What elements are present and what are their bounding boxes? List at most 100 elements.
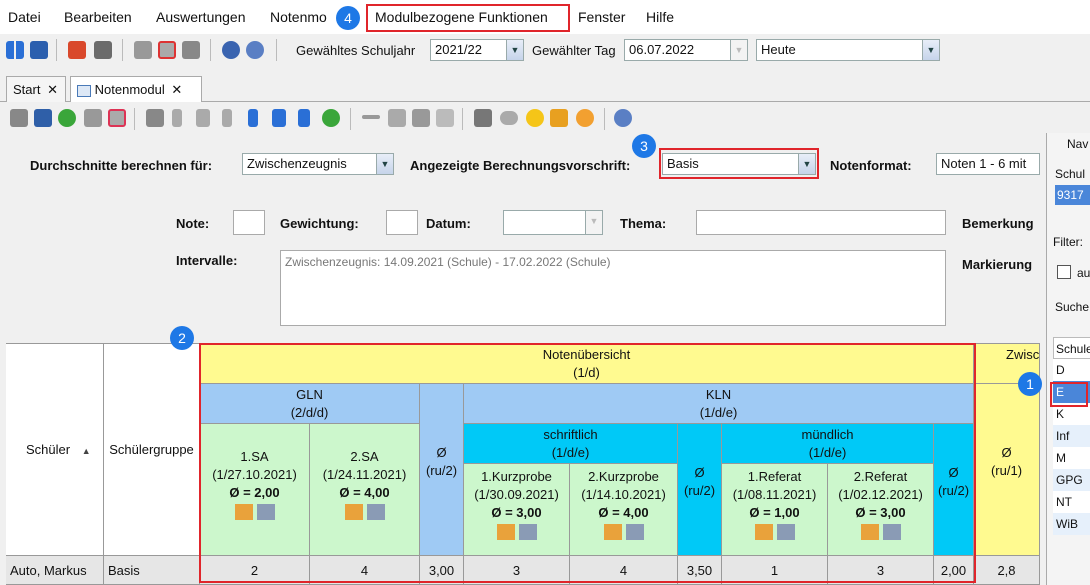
markierung-label: Markierung: [962, 257, 1033, 272]
printer-icon[interactable]: [94, 41, 112, 59]
filter-checkbox-label: au: [1077, 266, 1090, 280]
schueler-header-label: Schüler: [26, 442, 71, 457]
menu-datei[interactable]: Datei: [8, 9, 41, 25]
zwischenzeugnis-label: Zwisc: [1006, 347, 1040, 362]
chevron-down-icon[interactable]: ▼: [376, 154, 393, 174]
id-card-icon[interactable]: [30, 41, 48, 59]
help-icon[interactable]: [246, 41, 264, 59]
cut-icon[interactable]: [388, 109, 406, 127]
tab-label: Start: [13, 82, 41, 97]
window-icon[interactable]: [158, 41, 176, 59]
lightbulb-icon[interactable]: [526, 109, 544, 127]
zwischen-average-cell[interactable]: 2,8: [974, 556, 1040, 585]
tab-label: Notenmodul: [94, 82, 165, 97]
list-item[interactable]: NT: [1053, 491, 1090, 513]
highlight-box-list-item: [1050, 382, 1088, 407]
menu-fenster[interactable]: Fenster: [578, 9, 625, 25]
pen-icon[interactable]: [550, 109, 568, 127]
prev-icon[interactable]: [222, 109, 232, 127]
list-header-label: Schule: [1056, 342, 1090, 356]
avg-symbol: Ø: [1001, 445, 1012, 460]
gruppe-column-header[interactable]: Schülergruppe: [104, 344, 200, 556]
highlight-box-grid: [199, 343, 976, 583]
nav-label: Nav: [1067, 137, 1089, 151]
notenformat-value: Noten 1 - 6 mit: [941, 156, 1027, 171]
heute-select[interactable]: Heute ▼: [756, 39, 940, 61]
highlight-box-berechnung: [659, 148, 819, 179]
badge-4: 4: [336, 6, 360, 30]
student-name-cell[interactable]: Auto, Markus: [6, 556, 104, 585]
close-icon[interactable]: ✕: [171, 82, 182, 97]
lightning-icon[interactable]: [182, 41, 200, 59]
filter-checkbox[interactable]: [1057, 265, 1071, 279]
list-item[interactable]: D: [1053, 359, 1090, 381]
first-icon[interactable]: [172, 109, 182, 127]
list-item[interactable]: GPG: [1053, 469, 1090, 491]
copy-icon[interactable]: [134, 41, 152, 59]
notenformat-select[interactable]: Noten 1 - 6 mit: [936, 153, 1040, 175]
preview-icon[interactable]: [500, 111, 518, 125]
close-icon[interactable]: ✕: [47, 82, 58, 97]
module-toolbar: [0, 103, 1040, 133]
arrow-left-icon[interactable]: [362, 115, 380, 119]
new-icon[interactable]: [10, 109, 28, 127]
list-item[interactable]: Inf: [1053, 425, 1090, 447]
chevron-down-icon[interactable]: ▼: [506, 40, 523, 60]
chevron-down-icon[interactable]: ▼: [730, 40, 747, 60]
schulnummer-field[interactable]: 9317: [1055, 185, 1090, 205]
schuljahr-select[interactable]: 2021/22 ▼: [430, 39, 524, 61]
tag-date-field[interactable]: 06.07.2022 ▼: [624, 39, 748, 61]
menu-notenmodul[interactable]: Notenmo: [270, 9, 327, 25]
next-page-icon[interactable]: [272, 109, 286, 127]
people-icon[interactable]: [6, 41, 24, 59]
berechnung-label: Angezeigte Berechnungsvorschrift:: [410, 158, 631, 173]
schuljahr-label: Gewähltes Schuljahr: [296, 43, 416, 58]
undo-icon[interactable]: [58, 109, 76, 127]
schul-label: Schul: [1055, 167, 1086, 181]
tab-start[interactable]: Start ✕: [6, 76, 66, 102]
gewichtung-label: Gewichtung:: [280, 216, 359, 231]
tag-value: 06.07.2022: [629, 42, 695, 57]
menu-hilfe[interactable]: Hilfe: [646, 9, 674, 25]
next-icon[interactable]: [248, 109, 258, 127]
info-icon[interactable]: [222, 41, 240, 59]
list-item[interactable]: M: [1053, 447, 1090, 469]
delete-icon[interactable]: [84, 109, 102, 127]
badge-3: 3: [632, 134, 656, 158]
thema-input[interactable]: [696, 210, 946, 235]
sort-ascending-icon[interactable]: ▲: [82, 446, 91, 456]
book-icon[interactable]: [68, 41, 86, 59]
table-icon[interactable]: [146, 109, 164, 127]
chevron-down-icon[interactable]: ▼: [585, 211, 602, 234]
gewichtung-input[interactable]: [386, 210, 418, 235]
prev-page-icon[interactable]: [196, 109, 210, 127]
list-header[interactable]: Schule: [1053, 337, 1090, 359]
schul-value: 9317: [1057, 188, 1084, 202]
help-icon[interactable]: [614, 109, 632, 127]
chevron-down-icon[interactable]: ▼: [922, 40, 939, 60]
durchschnitte-select[interactable]: Zwischenzeugnis ▼: [242, 153, 394, 175]
note-input[interactable]: [233, 210, 265, 235]
intervalle-textarea[interactable]: Zwischenzeugnis: 14.09.2021 (Schule) - 1…: [280, 250, 946, 326]
menu-bearbeiten[interactable]: Bearbeiten: [64, 9, 132, 25]
menu-auswertungen[interactable]: Auswertungen: [156, 9, 246, 25]
student-group-cell[interactable]: Basis: [104, 556, 200, 585]
paste-icon[interactable]: [436, 109, 454, 127]
clock-icon[interactable]: [576, 109, 594, 127]
main-toolbar: Gewähltes Schuljahr 2021/22 ▼ Gewählter …: [0, 34, 1090, 66]
schueler-column-header[interactable]: Schüler ▲: [6, 344, 104, 556]
save-icon[interactable]: [34, 109, 52, 127]
gruppe-header-label: Schülergruppe: [109, 442, 194, 457]
note-label: Note:: [176, 216, 210, 231]
datum-field[interactable]: ▼: [503, 210, 603, 235]
copy-icon[interactable]: [412, 109, 430, 127]
edit-icon[interactable]: [108, 109, 126, 127]
tab-notenmodul[interactable]: Notenmodul ✕: [70, 76, 202, 102]
printer-icon[interactable]: [474, 109, 492, 127]
refresh-icon[interactable]: [322, 109, 340, 127]
list-item[interactable]: WiB: [1053, 513, 1090, 535]
heute-value: Heute: [761, 42, 796, 57]
zwischen-avg-header[interactable]: Ø (ru/1): [974, 384, 1040, 556]
navigation-pane: Nav Schul 9317 Filter: au Suche Schule D…: [1046, 133, 1090, 585]
last-icon[interactable]: [298, 109, 310, 127]
